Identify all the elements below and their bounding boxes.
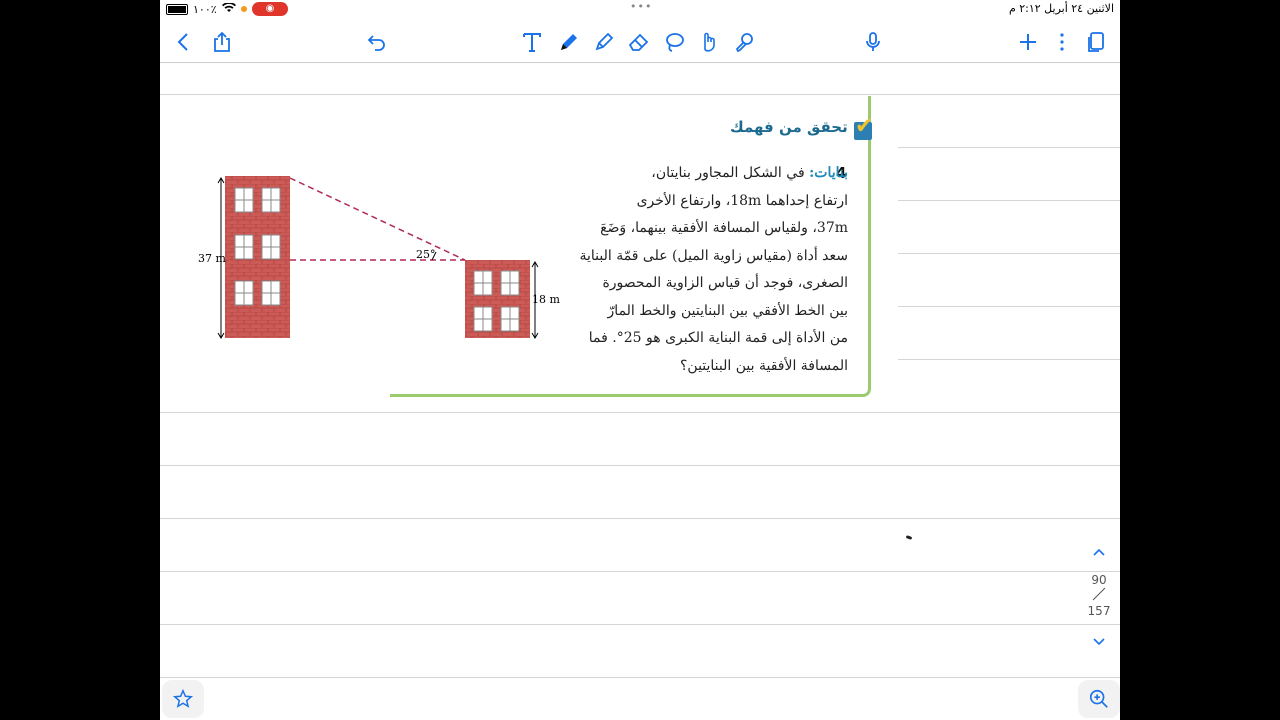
ruled-line <box>898 359 1120 360</box>
total-pages: 157 <box>1087 604 1111 618</box>
question-text: بنايات: في الشكل المجاور بنايتان، ارتفاع… <box>570 160 848 380</box>
current-page: 90 <box>1091 573 1107 587</box>
pages-icon[interactable] <box>1082 28 1110 56</box>
share-icon[interactable] <box>208 28 236 56</box>
section-title: تحقق من فهمك <box>730 118 848 136</box>
short-building-label: 18 m <box>532 293 560 306</box>
question-title: بنايات: <box>809 165 848 181</box>
ruled-line <box>160 571 1120 572</box>
shapes-tool-icon[interactable] <box>695 28 723 56</box>
ink-mark <box>905 535 913 540</box>
status-left: ١٠٠٪ ◉ <box>166 1 289 16</box>
back-chevron-icon[interactable] <box>170 28 198 56</box>
battery-icon <box>166 3 188 15</box>
toolbar <box>160 22 1120 62</box>
toolbar-divider <box>160 62 1120 63</box>
question-line: الصغرى، فوجد أن قياس الزاوية المحصورة <box>602 275 848 291</box>
ruled-line <box>160 518 1120 519</box>
ruled-line <box>898 253 1120 254</box>
zoom-in-icon <box>1089 689 1108 708</box>
checkmark-icon: ✔ <box>854 114 874 140</box>
sight-line <box>289 177 466 261</box>
wifi-icon <box>221 1 236 16</box>
ruled-line <box>160 677 1120 678</box>
question-line: سعد أداة (مقياس زاوية الميل) على قمّة ال… <box>579 247 848 264</box>
question-line: 37m، ولقياس المسافة الأفقية بينهما، وَضَ… <box>600 220 848 236</box>
undo-icon[interactable] <box>363 28 391 56</box>
lasso-tool-icon[interactable] <box>660 28 688 56</box>
ruled-line <box>898 147 1120 148</box>
ruled-line <box>160 412 1120 413</box>
angle-label: 25° <box>416 248 436 261</box>
page-up-icon[interactable] <box>1090 544 1108 558</box>
question-line: في الشكل المجاور بنايتان، <box>651 165 805 181</box>
multitask-dots-icon[interactable]: ••• <box>630 0 652 13</box>
page-separator-icon <box>1092 587 1106 601</box>
microphone-icon[interactable] <box>859 28 887 56</box>
question-line: من الأداة إلى قمة البناية الكبرى هو 25°.… <box>588 330 848 346</box>
ruled-line <box>160 94 1120 95</box>
add-icon[interactable] <box>1014 28 1042 56</box>
question-line: ارتفاع إحداهما 18m، وارتفاع الأخرى <box>636 192 848 209</box>
ruled-line <box>160 624 1120 625</box>
status-datetime: الاثنين ٢٤ أبريل ٢:١٢ م <box>1008 2 1114 15</box>
notes-app-screen: ١٠٠٪ ◉ ••• الاثنين ٢٤ أبريل ٢:١٢ م ✔ تحق… <box>160 0 1120 720</box>
privacy-dot-icon <box>240 6 247 12</box>
ruled-line <box>160 465 1120 466</box>
tall-building-label: 37 m <box>198 252 226 265</box>
question-line: بين الخط الأفقي بين البنايتين والخط الما… <box>607 302 848 319</box>
text-tool-icon[interactable] <box>518 28 546 56</box>
buildings-figure: 37 m 18 m 25° <box>198 176 560 339</box>
favorite-button[interactable] <box>162 680 204 718</box>
touch-tool-icon[interactable] <box>730 28 758 56</box>
battery-level: ١٠٠٪ <box>193 2 217 16</box>
star-icon <box>172 688 194 708</box>
eraser-tool-icon[interactable] <box>625 28 653 56</box>
ruled-line <box>898 306 1120 307</box>
status-bar: ١٠٠٪ ◉ ••• الاثنين ٢٤ أبريل ٢:١٢ م <box>160 0 1120 18</box>
record-icon[interactable]: ◉ <box>251 2 289 16</box>
highlighter-tool-icon[interactable] <box>590 28 618 56</box>
zoom-button[interactable] <box>1078 680 1120 718</box>
page-down-icon[interactable] <box>1090 634 1108 648</box>
ruled-line <box>898 200 1120 201</box>
question-line: المسافة الأفقية بين البنايتين؟ <box>679 357 848 374</box>
page-indicator: 90 157 <box>1084 573 1114 618</box>
pen-tool-icon[interactable] <box>555 28 583 56</box>
more-icon[interactable] <box>1048 28 1076 56</box>
